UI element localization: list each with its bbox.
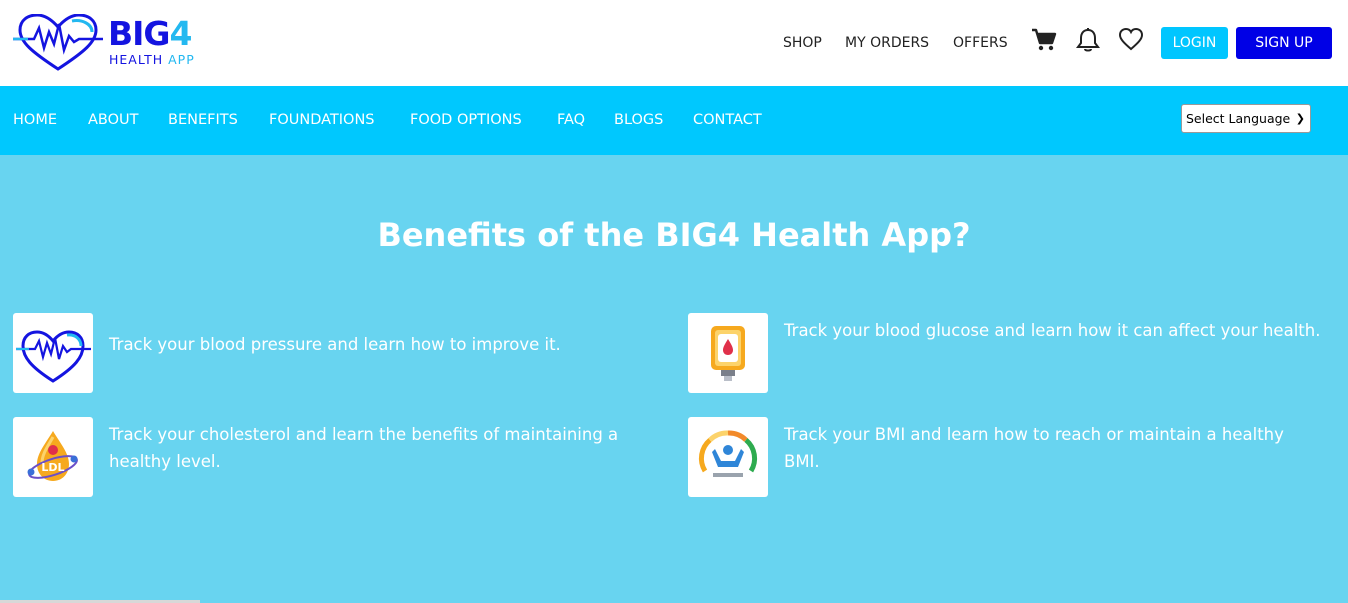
- benefit-icon-card: LDL: [13, 417, 93, 497]
- chevron-down-icon: ❯: [1295, 112, 1305, 125]
- nav-faq[interactable]: FAQ: [557, 111, 585, 129]
- logo-sub-health: HEALTH: [109, 52, 164, 67]
- language-select-value: Select Language: [1186, 111, 1291, 126]
- top-nav-offers[interactable]: OFFERS: [953, 34, 1008, 52]
- glucose-meter-icon: [711, 326, 745, 381]
- top-header: BIG4 HEALTH APP SHOP MY ORDERS OFFERS LO…: [0, 0, 1348, 86]
- bell-icon[interactable]: [1075, 27, 1101, 53]
- logo-big-text: BIG: [108, 14, 171, 53]
- nav-blogs[interactable]: BLOGS: [614, 111, 663, 129]
- heartbeat-icon: [16, 330, 91, 383]
- nav-about[interactable]: ABOUT: [88, 111, 139, 129]
- benefit-icon-card: [688, 417, 768, 497]
- benefit-text: Track your blood pressure and learn how …: [109, 335, 561, 354]
- top-nav-my-orders[interactable]: MY ORDERS: [845, 34, 929, 52]
- big4-logo[interactable]: BIG4 HEALTH APP: [12, 14, 227, 72]
- cholesterol-ldl-icon: LDL: [27, 431, 78, 481]
- logo-wordmark: BIG4: [108, 14, 192, 54]
- nav-foundations[interactable]: FOUNDATIONS: [269, 111, 375, 129]
- benefit-icon-card: [688, 313, 768, 393]
- nav-contact[interactable]: CONTACT: [693, 111, 762, 129]
- signup-button[interactable]: SIGN UP: [1236, 27, 1332, 59]
- benefits-section: Benefits of the BIG4 Health App? Track y…: [0, 155, 1348, 603]
- benefit-text: Track your blood glucose and learn how i…: [784, 321, 1321, 340]
- cart-icon[interactable]: [1031, 27, 1057, 53]
- heart-icon[interactable]: [1118, 27, 1144, 53]
- nav-benefits[interactable]: BENEFITS: [168, 111, 238, 129]
- top-nav-shop[interactable]: SHOP: [783, 34, 822, 52]
- benefit-text: Track your BMI and learn how to reach or…: [784, 425, 1284, 471]
- login-button[interactable]: LOGIN: [1161, 27, 1228, 59]
- ldl-glyph: LDL: [41, 461, 64, 474]
- main-navigation: HOME ABOUT BENEFITS FOUNDATIONS FOOD OPT…: [0, 86, 1348, 155]
- logo-four-text: 4: [169, 14, 193, 53]
- logo-subtitle: HEALTH APP: [109, 53, 195, 67]
- bmi-gauge-icon: [698, 430, 758, 477]
- nav-food-options[interactable]: FOOD OPTIONS: [410, 111, 522, 129]
- language-select[interactable]: Select Language ❯: [1181, 104, 1311, 133]
- benefit-icon-card: [13, 313, 93, 393]
- logo-sub-app: APP: [168, 52, 195, 67]
- benefit-text: Track your cholesterol and learn the ben…: [109, 425, 619, 471]
- heartbeat-logo-icon: [13, 14, 103, 71]
- nav-home[interactable]: HOME: [13, 111, 57, 129]
- page-title: Benefits of the BIG4 Health App?: [377, 216, 971, 254]
